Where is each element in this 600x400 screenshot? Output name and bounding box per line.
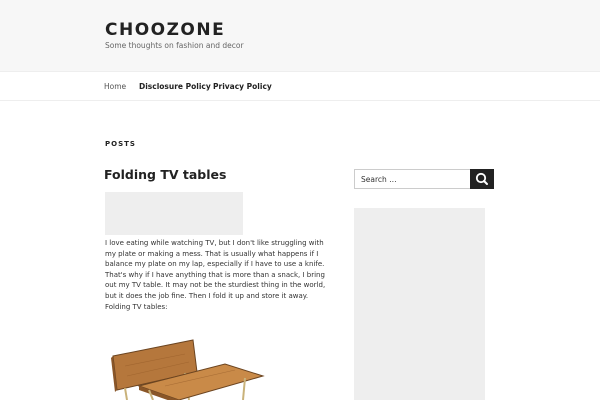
search-input[interactable]	[355, 170, 470, 188]
search-field-wrapper	[354, 169, 471, 189]
site-description: Some thoughts on fashion and decor	[105, 41, 244, 50]
posts-heading: POSTS	[105, 140, 136, 148]
site-title[interactable]: CHOOZONE	[105, 20, 225, 40]
folding-tv-tables-image	[111, 339, 265, 400]
post-paragraph: Folding TV tables:	[105, 302, 168, 311]
post-body: I love eating while watching TV, but I d…	[105, 238, 331, 312]
sidebar-ad-placeholder	[354, 208, 485, 400]
post-title[interactable]: Folding TV tables	[104, 167, 226, 182]
search-button[interactable]	[470, 169, 494, 189]
post-paragraph: I love eating while watching TV, but I d…	[105, 239, 326, 300]
site-header: CHOOZONE Some thoughts on fashion and de…	[0, 0, 600, 72]
post-image-placeholder	[105, 192, 243, 235]
search-icon	[475, 172, 488, 185]
main-navigation: Home Disclosure Policy Privacy Policy	[0, 72, 600, 101]
nav-item-disclosure-policy[interactable]: Disclosure Policy	[139, 82, 211, 91]
nav-item-privacy-policy[interactable]: Privacy Policy	[213, 82, 272, 91]
nav-item-home[interactable]: Home	[104, 82, 126, 91]
